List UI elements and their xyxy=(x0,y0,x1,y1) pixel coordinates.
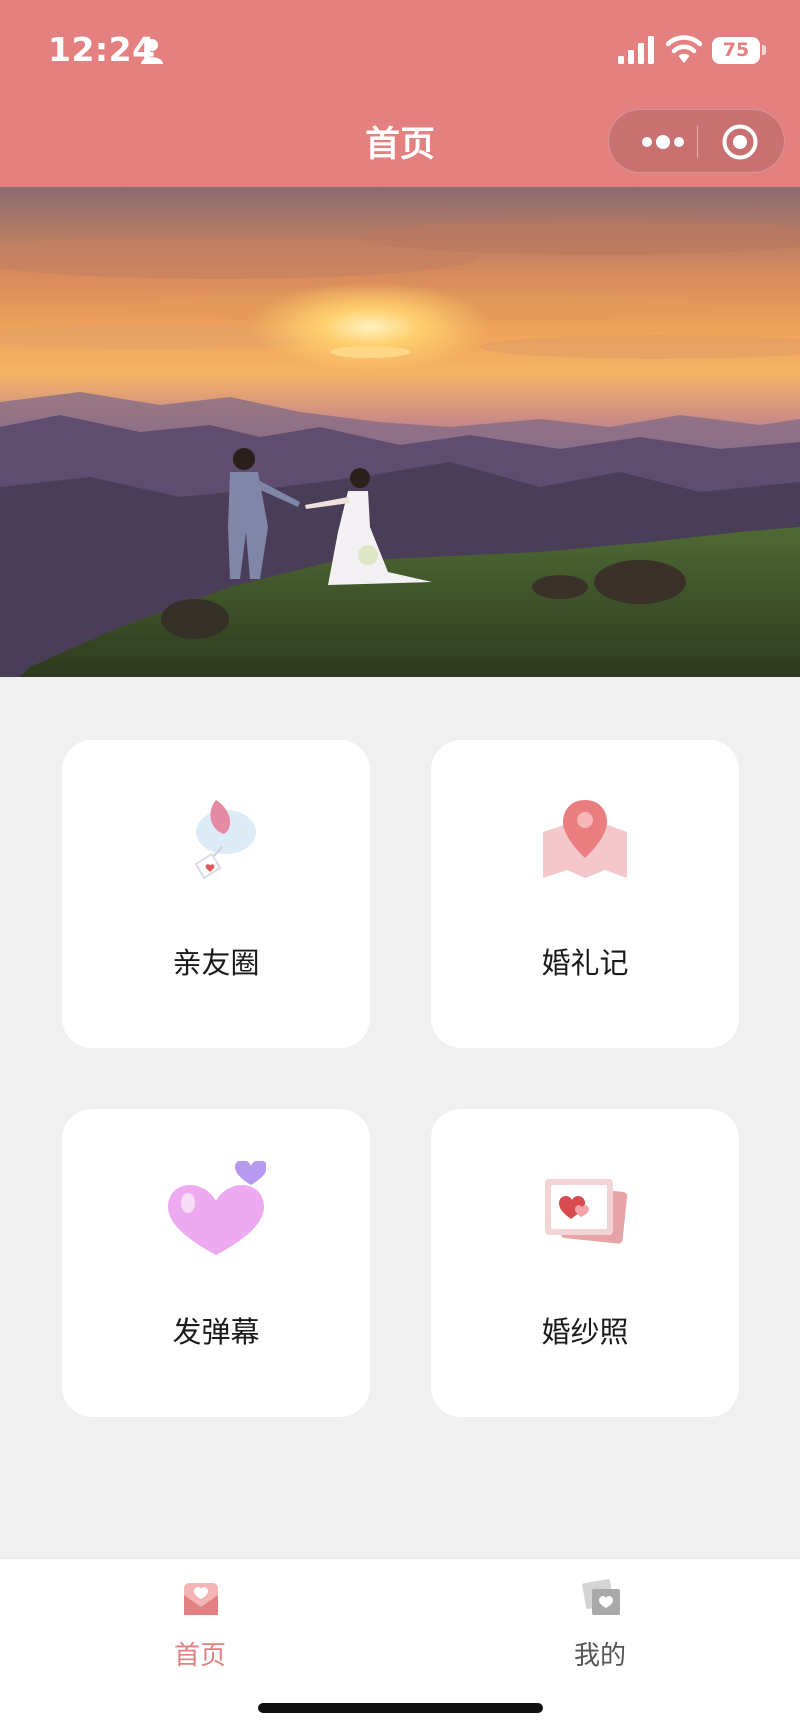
tab-label: 我的 xyxy=(573,1641,626,1671)
signal-icon xyxy=(618,36,654,64)
card-wedding-record[interactable]: 婚礼记 xyxy=(431,740,739,1048)
wifi-icon xyxy=(666,35,702,63)
tab-mine[interactable]: 我的 xyxy=(500,1559,700,1679)
battery-indicator: 75 xyxy=(712,37,760,64)
bottom-tab-bar: 首页 我的 xyxy=(0,1558,800,1731)
close-miniprogram-icon[interactable] xyxy=(721,123,759,161)
photo-frame-icon xyxy=(545,1179,628,1244)
status-bar: 12:24 75 xyxy=(0,0,800,100)
card-wedding-photos[interactable]: 婚纱照 xyxy=(431,1109,739,1417)
battery-tip xyxy=(762,45,766,55)
card-label: 婚纱照 xyxy=(541,1315,629,1349)
more-icon[interactable] xyxy=(633,128,693,156)
person-icon xyxy=(141,39,163,64)
card-label: 发弹幕 xyxy=(172,1315,260,1349)
header-bar: 12:24 75 首页 xyxy=(0,0,800,187)
wedding-banner-image[interactable] xyxy=(0,187,800,677)
photo-heart-icon xyxy=(582,1579,620,1615)
heart-bubble-icon xyxy=(168,1161,266,1255)
map-pin-icon xyxy=(543,800,627,878)
envelope-heart-icon xyxy=(184,1583,218,1615)
card-label: 亲友圈 xyxy=(172,946,260,980)
tab-label: 首页 xyxy=(173,1641,226,1671)
dove-icon xyxy=(194,800,256,880)
capsule-divider xyxy=(697,126,698,158)
card-friends-circle[interactable]: 亲友圈 xyxy=(62,740,370,1048)
sunset-photo xyxy=(0,187,800,677)
home-indicator xyxy=(258,1703,543,1713)
miniprogram-capsule xyxy=(608,109,785,173)
card-send-danmaku[interactable]: 发弹幕 xyxy=(62,1109,370,1417)
card-label: 婚礼记 xyxy=(541,946,629,980)
tab-home[interactable]: 首页 xyxy=(100,1559,300,1679)
